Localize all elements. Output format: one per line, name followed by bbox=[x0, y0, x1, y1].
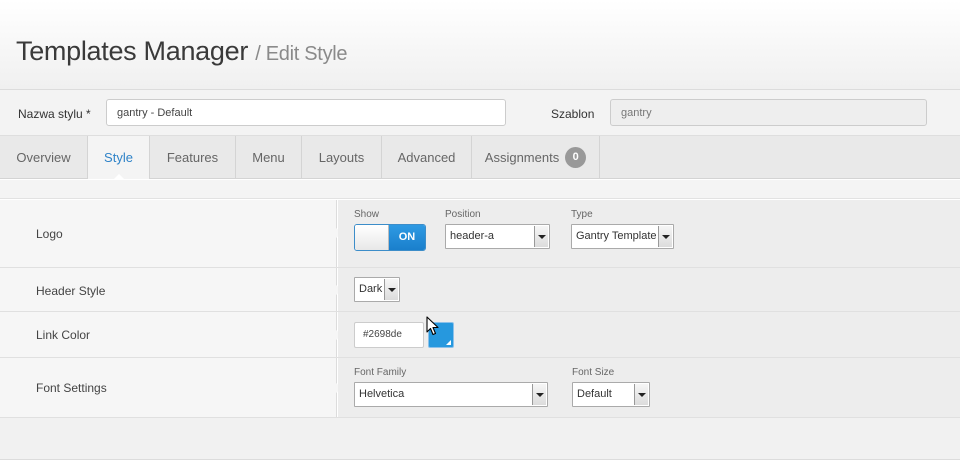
font-settings-label: Font Settings bbox=[36, 381, 107, 395]
mouse-pointer-icon bbox=[426, 316, 439, 336]
link-color-row: Link Color #2698de bbox=[0, 312, 960, 358]
logo-label: Logo bbox=[36, 227, 63, 241]
link-color-value: #2698de bbox=[363, 329, 402, 340]
tab-advanced[interactable]: Advanced bbox=[382, 136, 472, 179]
header-style-row: Header Style Dark bbox=[0, 268, 960, 312]
tab-label: Features bbox=[166, 150, 219, 165]
logo-row-label-cell: Logo bbox=[0, 200, 342, 267]
toggle-knob bbox=[355, 225, 389, 250]
header-style-label-cell: Header Style bbox=[0, 268, 342, 311]
toggle-on-text: ON bbox=[389, 225, 425, 250]
style-name-input[interactable] bbox=[106, 99, 506, 126]
template-label: Szablon bbox=[551, 107, 595, 121]
select-value: Gantry Template bbox=[576, 230, 657, 242]
select-value: Dark bbox=[359, 283, 383, 295]
select-value: Default bbox=[577, 388, 612, 400]
logo-fields: Show ON Position header-a Type Gantry Te… bbox=[338, 200, 960, 267]
tab-layouts[interactable]: Layouts bbox=[302, 136, 382, 179]
font-family-select[interactable]: Helvetica bbox=[354, 382, 548, 407]
tab-features[interactable]: Features bbox=[150, 136, 236, 179]
font-settings-row: Font Settings Font Family Helvetica Font… bbox=[0, 358, 960, 418]
tab-bar: Overview Style Features Menu Layouts Adv… bbox=[0, 136, 960, 180]
chevron-down-icon bbox=[384, 279, 398, 300]
font-settings-label-cell: Font Settings bbox=[0, 358, 342, 417]
tab-label: Advanced bbox=[397, 150, 456, 165]
link-color-input[interactable]: #2698de bbox=[354, 322, 424, 348]
select-value: header-a bbox=[450, 230, 495, 242]
chevron-down-icon bbox=[634, 384, 648, 405]
chevron-down-icon bbox=[532, 384, 546, 405]
tab-overview[interactable]: Overview bbox=[0, 136, 88, 179]
tab-assignments[interactable]: Assignments 0 bbox=[472, 136, 600, 179]
show-label: Show bbox=[354, 209, 380, 220]
tab-label: Menu bbox=[252, 150, 285, 165]
tab-style[interactable]: Style bbox=[88, 136, 150, 180]
page-subtitle: / Edit Style bbox=[255, 43, 348, 65]
style-name-label: Nazwa stylu * bbox=[18, 107, 91, 121]
page-header: Templates Manager / Edit Style bbox=[0, 0, 960, 90]
tab-label: Overview bbox=[16, 150, 71, 165]
font-size-label: Font Size bbox=[572, 367, 615, 378]
font-settings-fields: Font Family Helvetica Font Size Default bbox=[338, 358, 960, 417]
link-color-label: Link Color bbox=[36, 328, 91, 342]
select-value: Helvetica bbox=[359, 388, 405, 400]
template-input bbox=[610, 99, 927, 126]
position-label: Position bbox=[445, 209, 481, 220]
logo-row: Logo Show ON Position header-a Type Gant… bbox=[0, 200, 960, 268]
link-color-label-cell: Link Color bbox=[0, 312, 342, 357]
font-family-label: Font Family bbox=[354, 367, 407, 378]
font-size-select[interactable]: Default bbox=[572, 382, 650, 407]
logo-position-select[interactable]: header-a bbox=[445, 224, 550, 249]
chevron-down-icon bbox=[534, 226, 548, 247]
header-style-label: Header Style bbox=[36, 284, 106, 298]
page-title-main: Templates Manager bbox=[16, 36, 249, 66]
edit-style-page: Templates Manager / Edit Style Nazwa sty… bbox=[0, 0, 960, 464]
type-label: Type bbox=[571, 209, 593, 220]
header-style-fields: Dark bbox=[338, 268, 960, 311]
logo-show-toggle[interactable]: ON bbox=[354, 224, 426, 251]
page-title: Templates Manager / Edit Style bbox=[16, 36, 348, 67]
chevron-down-icon bbox=[658, 226, 672, 247]
header-style-select[interactable]: Dark bbox=[354, 277, 400, 302]
style-name-bar: Nazwa stylu * Szablon bbox=[0, 90, 960, 136]
tab-menu[interactable]: Menu bbox=[236, 136, 302, 179]
tab-label: Style bbox=[104, 150, 133, 165]
tab-label: Layouts bbox=[318, 150, 365, 165]
tab-label: Assignments bbox=[484, 150, 560, 165]
section-spacer bbox=[0, 180, 960, 199]
logo-type-select[interactable]: Gantry Template bbox=[571, 224, 674, 249]
assignments-count-badge: 0 bbox=[565, 146, 587, 168]
page-footer bbox=[0, 418, 960, 460]
